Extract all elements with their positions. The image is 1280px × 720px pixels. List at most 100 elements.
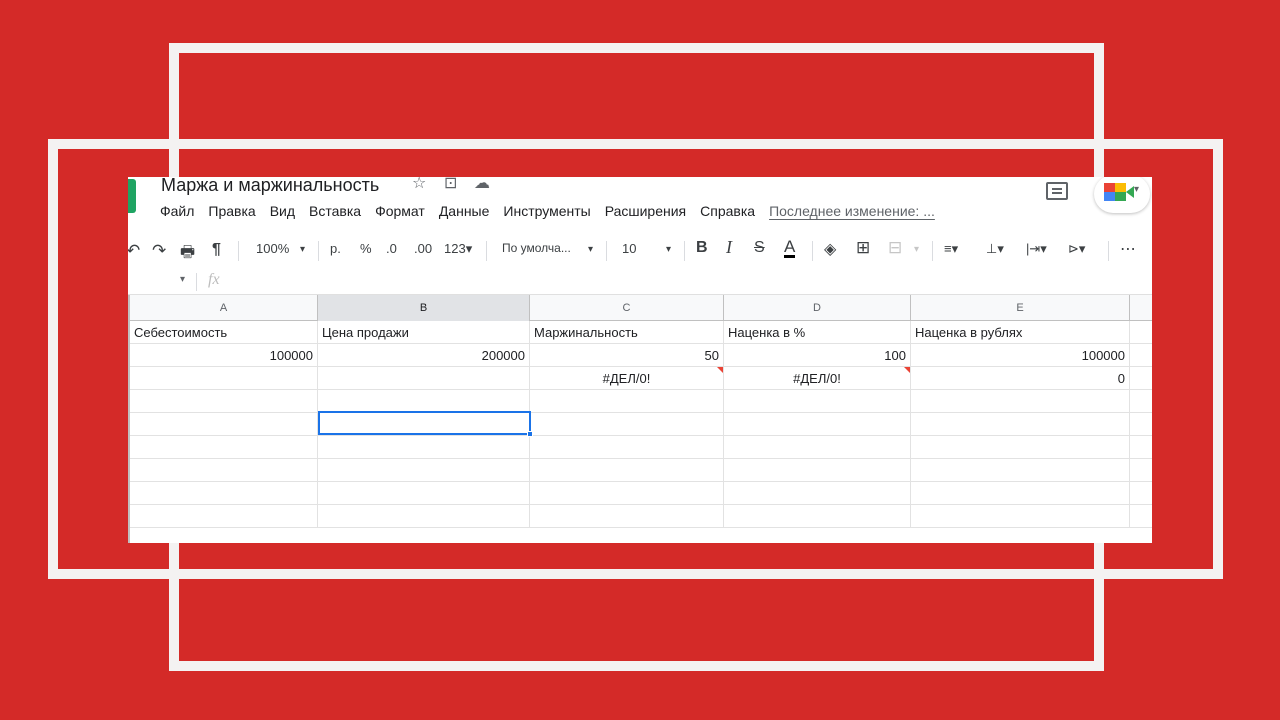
cell-c1[interactable]: Маржинальность [530, 321, 724, 344]
cell-a2[interactable]: 100000 [130, 344, 318, 367]
horizontal-align-button[interactable]: ≡▾ [944, 241, 958, 257]
more-formats-button[interactable]: 123▾ [444, 241, 472, 257]
cell-a7[interactable] [130, 459, 318, 482]
vertical-align-button[interactable]: ⊥▾ [986, 241, 1004, 257]
column-header-c[interactable]: C [530, 295, 724, 321]
fill-color-icon[interactable]: ◈ [824, 239, 836, 259]
more-options-icon[interactable]: ⋯ [1120, 239, 1136, 259]
cell-b2[interactable]: 200000 [318, 344, 530, 367]
cell-b1[interactable]: Цена продажи [318, 321, 530, 344]
cell-d1[interactable]: Наценка в % [724, 321, 911, 344]
cell-a8[interactable] [130, 482, 318, 505]
paint-format-icon[interactable]: ¶ [212, 241, 221, 259]
cell-e5[interactable] [911, 413, 1130, 436]
cell-e9[interactable] [911, 505, 1130, 528]
cell-c2[interactable]: 50 [530, 344, 724, 367]
cell-a5[interactable] [130, 413, 318, 436]
cell-c8[interactable] [530, 482, 724, 505]
meet-dropdown-icon: ▾ [1134, 184, 1140, 195]
sheet-grid[interactable]: A B C D E Себестоимость Цена продажи Маржи… [130, 295, 1152, 543]
font-size-select[interactable]: 10 [622, 241, 636, 256]
cloud-status-icon[interactable]: ☁ [474, 177, 490, 193]
name-box-caret-icon[interactable]: ▾ [180, 274, 185, 285]
cell-d4[interactable] [724, 390, 911, 413]
borders-icon[interactable]: ⊞ [856, 238, 870, 258]
cell-e7[interactable] [911, 459, 1130, 482]
column-header-a[interactable]: A [130, 295, 318, 321]
active-cell-selection[interactable] [318, 411, 533, 437]
menu-view[interactable]: Вид [270, 203, 295, 219]
font-size-caret-icon: ▾ [666, 244, 672, 255]
cell-c3[interactable]: #ДЕЛ/0! [530, 367, 724, 390]
cell-d5[interactable] [724, 413, 911, 436]
document-title[interactable]: Маржа и маржинальность [161, 177, 379, 196]
menu-extensions[interactable]: Расширения [605, 203, 686, 219]
move-icon[interactable]: ⊡ [444, 177, 457, 193]
cell-d2[interactable]: 100 [724, 344, 911, 367]
column-header-b[interactable]: B [318, 295, 530, 321]
cell-b3[interactable] [318, 367, 530, 390]
cell-a6[interactable] [130, 436, 318, 459]
menu-format[interactable]: Формат [375, 203, 425, 219]
text-wrap-button[interactable]: |⇥▾ [1026, 241, 1047, 257]
column-headers: A B C D E [130, 295, 1152, 321]
text-color-button[interactable]: A [784, 238, 796, 258]
increase-decimal-button[interactable]: .00 [414, 241, 432, 256]
cell-c7[interactable] [530, 459, 724, 482]
menu-tools[interactable]: Инструменты [503, 203, 590, 219]
bold-button[interactable]: B [696, 239, 708, 257]
text-rotation-button[interactable]: ⊳▾ [1068, 241, 1085, 257]
cell-d8[interactable] [724, 482, 911, 505]
strikethrough-button[interactable]: S [754, 239, 765, 257]
cell-e2[interactable]: 100000 [911, 344, 1130, 367]
cell-e1[interactable]: Наценка в рублях [911, 321, 1130, 344]
cell-a4[interactable] [130, 390, 318, 413]
comments-icon[interactable] [1046, 182, 1068, 200]
menu-file[interactable]: Файл [160, 203, 194, 219]
cell-c4[interactable] [530, 390, 724, 413]
cell-c9[interactable] [530, 505, 724, 528]
cell-c6[interactable] [530, 436, 724, 459]
zoom-select[interactable]: 100% [256, 241, 289, 256]
cell-b4[interactable] [318, 390, 530, 413]
decrease-decimal-button[interactable]: .0 [386, 241, 397, 256]
cell-a1[interactable]: Себестоимость [130, 321, 318, 344]
spreadsheet-screenshot: Маржа и маржинальность ☆ ⊡ ☁ Файл Правка… [128, 177, 1152, 543]
menu-data[interactable]: Данные [439, 203, 490, 219]
menu-edit[interactable]: Правка [208, 203, 255, 219]
last-edit-link[interactable]: Последнее изменение: ... [769, 203, 935, 219]
fill-handle[interactable] [527, 431, 533, 437]
font-select[interactable]: По умолча... [502, 241, 571, 255]
percent-format-button[interactable]: % [360, 241, 372, 256]
column-header-d[interactable]: D [724, 295, 911, 321]
cell-d9[interactable] [724, 505, 911, 528]
cell-e6[interactable] [911, 436, 1130, 459]
print-icon[interactable]: 🖶 [180, 241, 195, 268]
cell-e4[interactable] [911, 390, 1130, 413]
italic-button[interactable]: I [726, 237, 732, 258]
font-caret-icon: ▾ [588, 244, 594, 255]
cell-b9[interactable] [318, 505, 530, 528]
sheets-logo-icon[interactable] [128, 179, 136, 213]
cell-b6[interactable] [318, 436, 530, 459]
menu-insert[interactable]: Вставка [309, 203, 361, 219]
cell-a9[interactable] [130, 505, 318, 528]
cell-b7[interactable] [318, 459, 530, 482]
cell-b8[interactable] [318, 482, 530, 505]
merge-cells-icon[interactable]: ⊟ [888, 238, 902, 258]
star-icon[interactable]: ☆ [412, 177, 426, 193]
cell-c5[interactable] [530, 413, 724, 436]
cell-d6[interactable] [724, 436, 911, 459]
cell-e8[interactable] [911, 482, 1130, 505]
cell-a3[interactable] [130, 367, 318, 390]
menu-help[interactable]: Справка [700, 203, 755, 219]
meet-button[interactable]: ▾ [1094, 177, 1150, 213]
toolbar: ↶ ↷ 🖶 ¶ 100% ▾ р. % .0 .00 123▾ По умолч… [128, 235, 1152, 265]
redo-icon[interactable]: ↷ [152, 241, 166, 261]
cell-e3[interactable]: 0 [911, 367, 1130, 390]
column-header-e[interactable]: E [911, 295, 1130, 321]
currency-format-button[interactable]: р. [330, 241, 341, 256]
cell-d7[interactable] [724, 459, 911, 482]
cell-d3[interactable]: #ДЕЛ/0! [724, 367, 911, 390]
undo-icon[interactable]: ↶ [128, 241, 140, 261]
